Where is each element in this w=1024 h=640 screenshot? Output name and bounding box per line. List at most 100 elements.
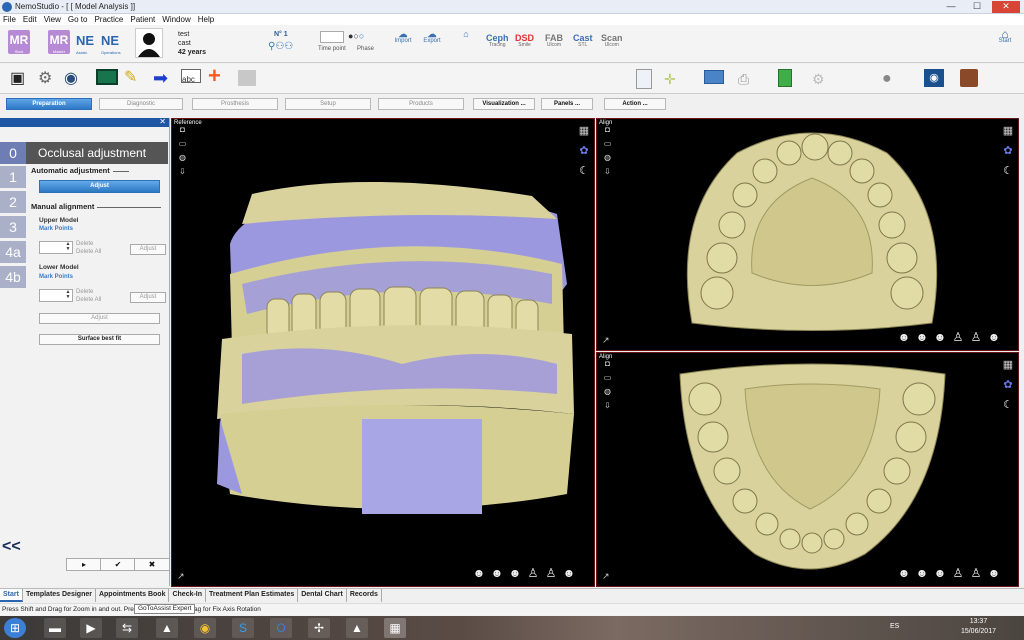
menu-view[interactable]: View — [44, 15, 61, 24]
menu-file[interactable]: File — [3, 15, 16, 24]
tab-panels[interactable]: Panels ... — [541, 98, 593, 110]
head-right-view-icon[interactable]: ☻ — [987, 566, 1001, 580]
image-icon[interactable]: ▭ — [603, 373, 612, 382]
auto-adjust-button[interactable]: Adjust — [39, 180, 160, 193]
head-front-view-icon[interactable]: ♙ — [526, 566, 540, 580]
tab-appointments-book[interactable]: Appointments Book — [96, 589, 170, 602]
dental-arch-icon[interactable]: ✿ — [1002, 379, 1014, 391]
screen-capture-icon[interactable] — [96, 69, 118, 85]
stepper-arrows-icon[interactable]: ▲ ▼ — [64, 242, 72, 253]
tab-treatment-plan-estimates[interactable]: Treatment Plan Estimates — [206, 589, 299, 602]
head-profile-view-icon[interactable]: ☻ — [933, 566, 947, 580]
head-right-view-icon[interactable]: ☻ — [562, 566, 576, 580]
lower-delete-link[interactable]: Delete — [76, 288, 101, 296]
dental-arch-icon[interactable]: ✿ — [578, 145, 590, 157]
lower-arch-viewport[interactable]: Align ◘ ▭ ◍ ⇩ ▦ ✿ ☾ ☻ ☻ ☻ ♙ ♙ ☻ ↗ — [596, 352, 1019, 587]
upper-points-stepper[interactable]: ▲ ▼ — [39, 241, 73, 254]
tab-check-in[interactable]: Check-In — [169, 589, 207, 602]
tab-setup[interactable]: Setup — [285, 98, 371, 110]
teamviewer-icon[interactable]: ⇆ — [116, 618, 138, 638]
download-icon[interactable]: ⇩ — [603, 401, 612, 410]
scanner-icon[interactable] — [960, 69, 978, 87]
tab-action[interactable]: Action ... — [604, 98, 666, 110]
dsd-button[interactable]: DSD Smile — [515, 34, 534, 49]
head-front-view-icon[interactable]: ♙ — [951, 330, 965, 344]
text-label-icon[interactable]: abc — [181, 69, 201, 84]
nemo-alt-icon[interactable]: ✢ — [308, 618, 330, 638]
camera-capture-icon[interactable]: ◉ — [64, 69, 84, 89]
sphere-icon[interactable]: ● — [882, 69, 902, 89]
master-tile[interactable]: MR Master — [48, 30, 70, 54]
globe-icon[interactable]: ◍ — [178, 153, 187, 162]
chrome-icon[interactable]: ◉ — [194, 618, 216, 638]
reference-viewport[interactable]: Reference ◘ ▭ ◍ ⇩ ▦ ✿ ☾ ☻ ☻ ☻ ♙ ♙ ☻ ↗ — [171, 118, 595, 587]
head-side-view-icon[interactable]: ☻ — [915, 566, 929, 580]
nemo-app-icon[interactable]: ▲ — [156, 618, 178, 638]
menu-goto[interactable]: Go to — [68, 15, 88, 24]
lower-adjust-button[interactable]: Adjust — [130, 292, 166, 303]
printer-icon[interactable]: ⎙ — [738, 70, 758, 90]
head-down-view-icon[interactable]: ♙ — [544, 566, 558, 580]
menu-help[interactable]: Help — [198, 15, 214, 24]
grid-cube-icon[interactable]: ▦ — [578, 125, 590, 137]
menu-practice[interactable]: Practice — [94, 15, 123, 24]
manual-adjust-button[interactable]: Adjust — [39, 313, 160, 324]
operations-button[interactable]: NE Operations — [101, 33, 121, 55]
confirm-button[interactable]: ✔ — [100, 558, 136, 571]
media-player-icon[interactable]: ▶ — [80, 618, 102, 638]
head-side-view-icon[interactable]: ☻ — [915, 330, 929, 344]
dental-arch-icon[interactable]: ✿ — [1002, 145, 1014, 157]
play-button[interactable]: ▸ — [66, 558, 102, 571]
snapshot-camera-icon[interactable]: ◘ — [603, 359, 612, 368]
menu-patient[interactable]: Patient — [130, 15, 155, 24]
camera-button[interactable]: ⌂ — [456, 30, 476, 39]
moon-icon[interactable]: ☾ — [1002, 165, 1014, 177]
skype-icon[interactable]: S — [232, 618, 254, 638]
save-icon[interactable]: ▣ — [10, 69, 30, 89]
surface-best-fit-button[interactable]: Surface best fit — [39, 334, 160, 345]
head-left-view-icon[interactable]: ☻ — [472, 566, 486, 580]
settings-gear-icon[interactable]: ⚙ — [38, 69, 58, 89]
tab-preparation[interactable]: Preparation — [6, 98, 92, 110]
menu-window[interactable]: Window — [162, 15, 190, 24]
outlook-icon[interactable]: O — [270, 618, 292, 638]
arrow-right-icon[interactable]: ➡ — [153, 68, 173, 88]
maximize-button[interactable]: ☐ — [966, 1, 988, 13]
grid-cube-icon[interactable]: ▦ — [1002, 125, 1014, 137]
pencil-icon[interactable]: ✎ — [124, 68, 144, 88]
ceph-button[interactable]: Ceph Tracing — [486, 34, 509, 49]
minimize-button[interactable]: — — [940, 1, 962, 13]
globe-icon[interactable]: ◍ — [603, 387, 612, 396]
head-down-view-icon[interactable]: ♙ — [969, 330, 983, 344]
active-window-icon[interactable]: ▦ — [384, 618, 406, 638]
image-icon[interactable]: ▭ — [603, 139, 612, 148]
head-front-view-icon[interactable]: ♙ — [951, 566, 965, 580]
download-icon[interactable]: ⇩ — [603, 167, 612, 176]
upper-mark-points-link[interactable]: Mark Points — [39, 226, 73, 232]
eye-view-icon[interactable]: ◉ — [924, 69, 944, 87]
phase-circles-icon[interactable]: ●○○ — [348, 31, 364, 41]
tab-prosthesis[interactable]: Prosthesis — [192, 98, 278, 110]
snapshot-camera-icon[interactable]: ◘ — [603, 125, 612, 134]
head-down-view-icon[interactable]: ♙ — [969, 566, 983, 580]
clock[interactable]: 13:37 15/06/2017 — [961, 617, 996, 637]
fab-button[interactable]: FAB Ulcom — [545, 34, 563, 49]
image-icon[interactable]: ▭ — [178, 139, 187, 148]
lower-mark-points-link[interactable]: Mark Points — [39, 274, 73, 280]
grid-cube-icon[interactable]: ▦ — [1002, 359, 1014, 371]
tab-templates-designer[interactable]: Templates Designer — [23, 589, 96, 602]
step-4a[interactable]: 4a — [0, 241, 26, 263]
moon-icon[interactable]: ☾ — [1002, 399, 1014, 411]
tab-records[interactable]: Records — [347, 589, 382, 602]
lower-points-stepper[interactable]: ▲ ▼ — [39, 289, 73, 302]
tab-visualization[interactable]: Visualization ... — [473, 98, 535, 110]
upper-arch-viewport[interactable]: Align ◘ ▭ ◍ ⇩ ▦ ✿ ☾ ☻ ☻ ☻ ♙ ♙ ☻ ↗ — [596, 118, 1019, 351]
assist-button[interactable]: NE Assist. — [76, 33, 94, 55]
back-button[interactable]: << — [2, 538, 21, 556]
download-icon[interactable]: ⇩ — [178, 167, 187, 176]
globe-icon[interactable]: ◍ — [603, 153, 612, 162]
head-profile-view-icon[interactable]: ☻ — [933, 330, 947, 344]
home-button[interactable]: ⌂ Start — [995, 28, 1015, 45]
step-0[interactable]: 0 — [0, 142, 26, 164]
tab-dental-chart[interactable]: Dental Chart — [298, 589, 347, 602]
